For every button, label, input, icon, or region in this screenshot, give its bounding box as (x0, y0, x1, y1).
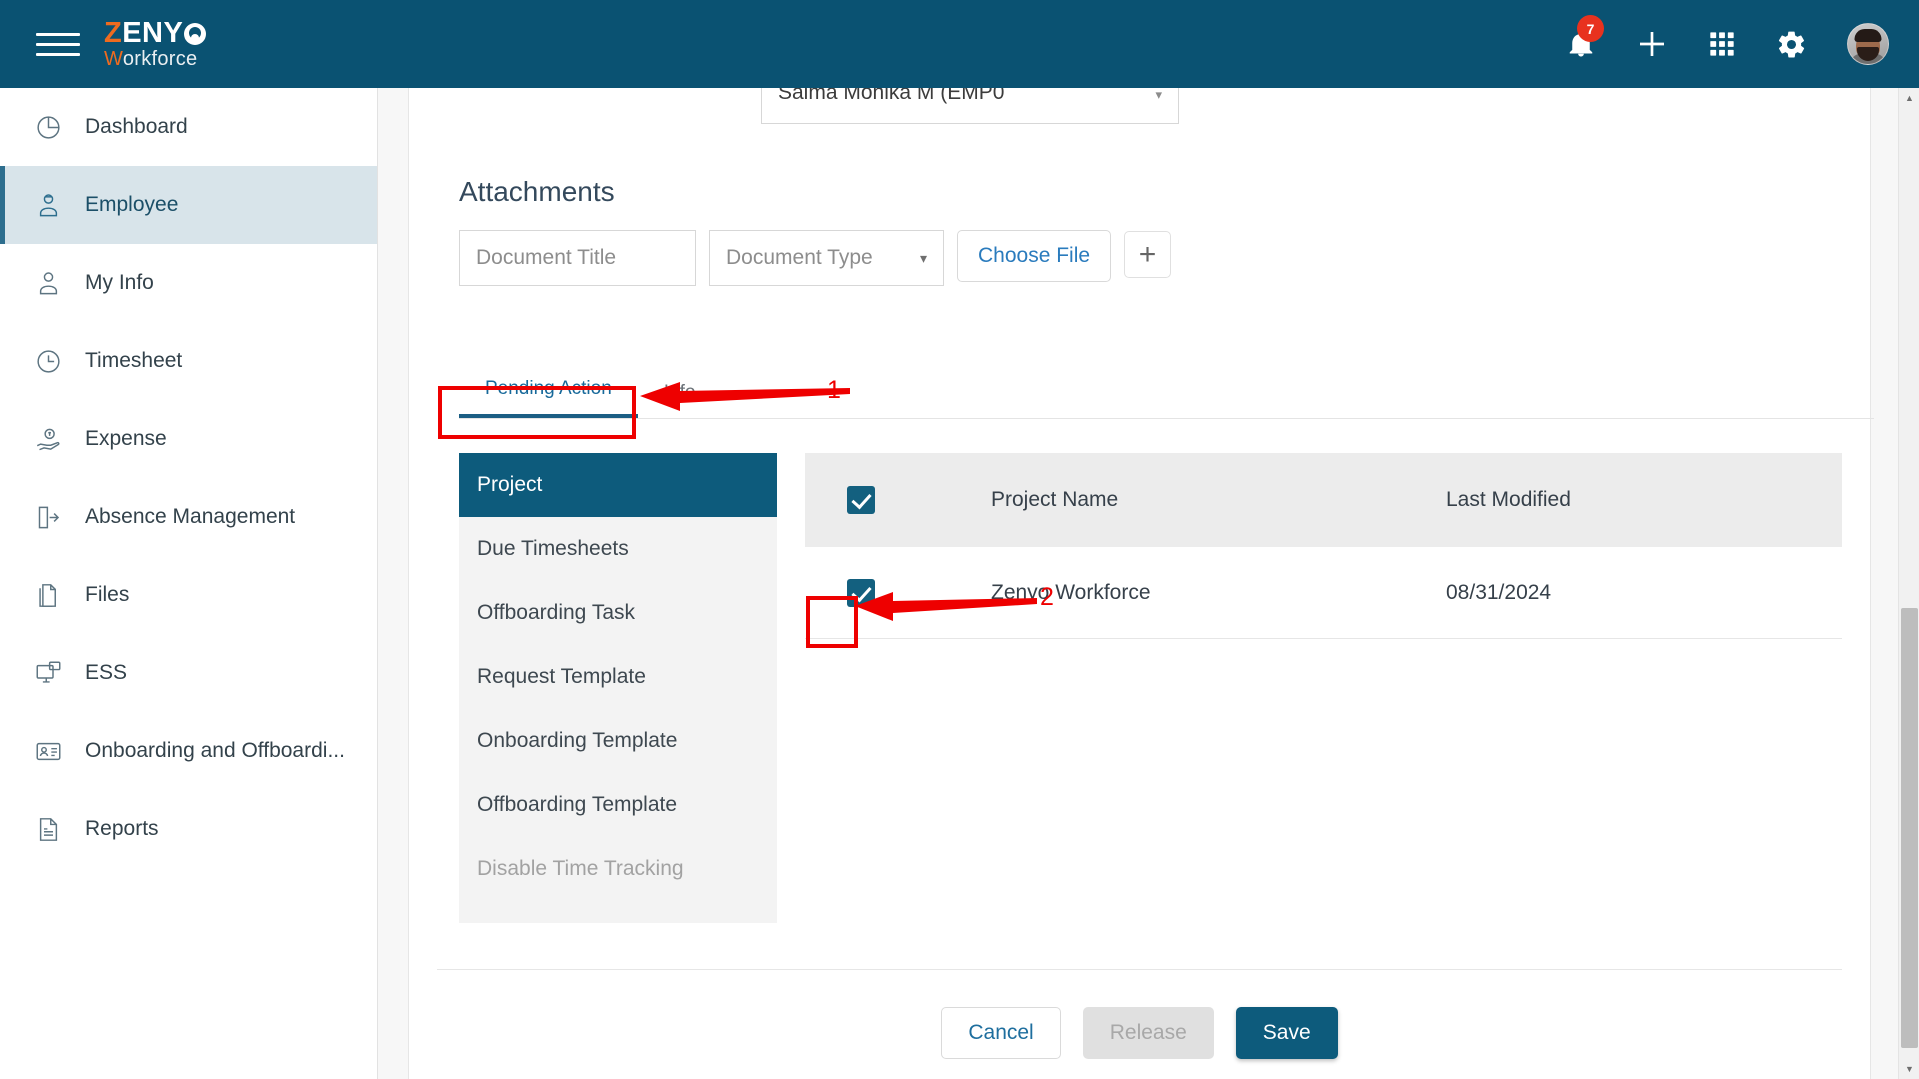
scrollbar-thumb[interactable] (1901, 608, 1918, 1048)
sidebar-item-onboarding-offboarding[interactable]: Onboarding and Offboardi... (0, 712, 377, 790)
sidebar-item-label: Timesheet (85, 349, 183, 372)
save-button[interactable]: Save (1235, 1007, 1338, 1059)
bell-icon[interactable]: 7 (1566, 15, 1604, 60)
cancel-button[interactable]: Cancel (941, 1007, 1061, 1059)
form-footer: Cancel Release Save (437, 969, 1842, 1079)
cell-last-modified: 08/31/2024 (1446, 580, 1552, 604)
add-attachment-button[interactable]: + (1124, 231, 1172, 278)
document-title-placeholder: Document Title (476, 246, 617, 269)
sidebar-item-label: My Info (85, 271, 154, 294)
pending-action-panels: Project Due Timesheets Offboarding Task … (459, 453, 1842, 923)
choose-file-button[interactable]: Choose File (957, 230, 1112, 282)
notification-badge: 7 (1577, 15, 1604, 42)
sidebar-item-label: ESS (85, 661, 128, 684)
chevron-down-icon: ▾ (919, 249, 927, 266)
sidebar-item-label: Absence Management (85, 505, 296, 528)
sidebar-item-label: Dashboard (85, 115, 188, 138)
avatar[interactable] (1847, 23, 1889, 65)
category-item-offboarding-task[interactable]: Offboarding Task (459, 581, 777, 645)
tab-bar: Pending Action Info (459, 364, 1874, 419)
door-exit-icon (33, 502, 63, 532)
table-row: Zenyo Workforce 08/31/2024 (805, 547, 1842, 639)
document-type-select[interactable]: Document Type ▾ (709, 230, 944, 286)
sidebar-item-my-info[interactable]: My Info (0, 244, 377, 322)
sidebar-item-reports[interactable]: Reports (0, 790, 377, 868)
sidebar-item-ess[interactable]: ESS (0, 634, 377, 712)
app-logo: Z ENY Workforce (104, 17, 207, 70)
vertical-scrollbar[interactable]: ▲ ▼ (1898, 88, 1919, 1079)
tab-info[interactable]: Info (638, 368, 722, 418)
category-item-request-template[interactable]: Request Template (459, 645, 777, 709)
employee-icon (33, 190, 63, 220)
plus-icon[interactable] (1636, 28, 1668, 60)
header-actions: 7 (1566, 15, 1889, 65)
category-list: Project Due Timesheets Offboarding Task … (459, 453, 777, 923)
sidebar-item-absence-management[interactable]: Absence Management (0, 478, 377, 556)
hamburger-icon[interactable] (36, 27, 80, 61)
logo-accent-z: Z (104, 17, 123, 49)
projects-table: Project Name Last Modified Zenyo Workfor… (805, 453, 1842, 923)
logo-accent-w: W (104, 48, 123, 70)
sidebar-item-timesheet[interactable]: Timesheet (0, 322, 377, 400)
sidebar-item-dashboard[interactable]: Dashboard (0, 88, 377, 166)
row-select-cell (805, 578, 991, 607)
sidebar-item-label: Expense (85, 427, 167, 450)
select-all-cell (805, 486, 991, 514)
gear-icon[interactable] (1776, 29, 1807, 60)
attachments-title: Attachments (459, 176, 615, 207)
category-item-project[interactable]: Project (459, 453, 777, 517)
chevron-down-icon: ▾ (1155, 88, 1162, 102)
category-item-due-timesheets[interactable]: Due Timesheets (459, 517, 777, 581)
sidebar-item-employee[interactable]: Employee (0, 166, 377, 244)
app-root: Z ENY Workforce 7 Dashboard Employee My … (0, 0, 1919, 1079)
id-card-icon (33, 736, 63, 766)
globe-icon (184, 22, 207, 45)
person-info-icon (33, 268, 63, 298)
category-item-disable-time-tracking[interactable]: Disable Time Tracking (459, 837, 777, 901)
employee-select-value: Saima Monika M (EMP0 (778, 88, 1005, 104)
sidebar-item-label: Onboarding and Offboardi... (85, 739, 345, 762)
pie-chart-icon (33, 112, 63, 142)
apps-grid-icon[interactable] (1708, 30, 1736, 58)
table-header-row: Project Name Last Modified (805, 453, 1842, 547)
files-icon (33, 580, 63, 610)
row-checkbox[interactable] (847, 578, 875, 607)
scroll-down-arrow[interactable]: ▼ (1899, 1059, 1919, 1079)
sidebar-item-label: Reports (85, 817, 159, 840)
tab-pending-action[interactable]: Pending Action (459, 364, 638, 418)
category-item-onboarding-template[interactable]: Onboarding Template (459, 709, 777, 773)
sidebar-item-label: Files (85, 583, 130, 606)
document-title-input[interactable]: Document Title (459, 230, 696, 286)
employee-select-dropdown[interactable]: Saima Monika M (EMP0 ▾ (761, 88, 1179, 124)
top-header-bar: Z ENY Workforce 7 (0, 0, 1919, 88)
select-all-checkbox[interactable] (847, 486, 875, 514)
column-header-project-name: Project Name (991, 488, 1119, 511)
document-type-placeholder: Document Type (726, 246, 873, 269)
main-content-area: Saima Monika M (EMP0 ▾ Attachments Docum… (378, 88, 1919, 1079)
sidebar-item-files[interactable]: Files (0, 556, 377, 634)
cell-project-name: Zenyo Workforce (991, 580, 1151, 604)
logo-text-top: ENY (122, 17, 184, 49)
sidebar-item-expense[interactable]: Expense (0, 400, 377, 478)
attachments-form-row: Document Title Document Type ▾ Choose Fi… (459, 230, 1842, 286)
category-item-offboarding-template[interactable]: Offboarding Template (459, 773, 777, 837)
logo-text-bottom: orkforce (122, 48, 198, 70)
scroll-up-arrow[interactable]: ▲ (1899, 88, 1919, 108)
release-button: Release (1082, 1007, 1214, 1059)
sidebar-nav: Dashboard Employee My Info Timesheet Exp (0, 88, 378, 1079)
sidebar-item-label: Employee (85, 193, 179, 216)
employee-form-card: Saima Monika M (EMP0 ▾ Attachments Docum… (408, 88, 1874, 1079)
column-header-last-modified: Last Modified (1446, 488, 1571, 511)
report-doc-icon (33, 814, 63, 844)
clock-icon (33, 346, 63, 376)
monitor-chat-icon (33, 658, 63, 688)
money-hand-icon (33, 424, 63, 454)
